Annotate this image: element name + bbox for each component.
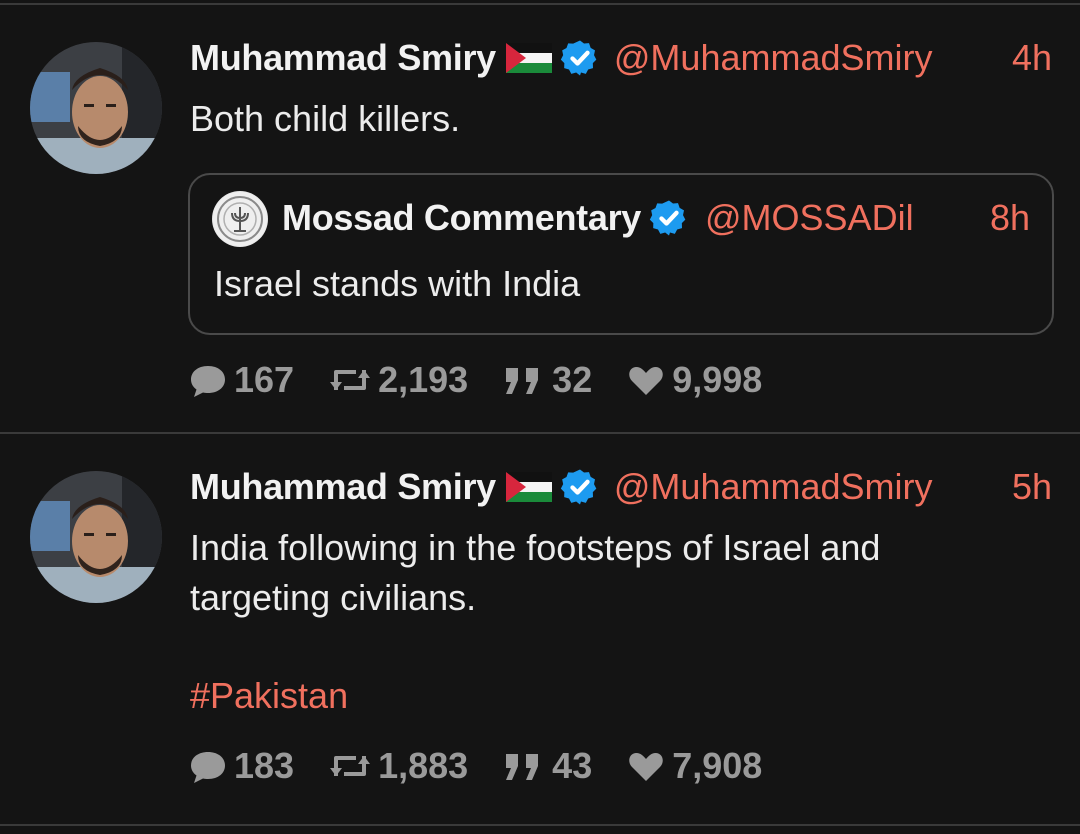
verified-badge-icon — [649, 198, 689, 238]
tweet-time[interactable]: 4h — [1012, 37, 1052, 79]
bottom-divider — [0, 824, 1080, 826]
like-count: 9,998 — [672, 359, 763, 400]
tweet-header: Muhammad Smiry @MuhammadSmiry 4h — [190, 33, 1052, 83]
palestine-flag-icon — [506, 472, 552, 502]
quote-count: 32 — [552, 359, 593, 400]
quote-count: 43 — [552, 745, 593, 786]
retweet-count: 2,193 — [378, 359, 469, 400]
quoted-text: Israel stands with India — [214, 263, 581, 304]
reply-icon — [188, 360, 228, 400]
quote-icon — [502, 746, 546, 786]
tweet-time[interactable]: 5h — [1012, 466, 1052, 508]
heart-icon — [626, 746, 666, 786]
quoted-header: Mossad Commentary @MOSSADil 8h — [282, 193, 1030, 243]
quoted-author-name[interactable]: Mossad Commentary — [282, 197, 641, 239]
heart-icon — [626, 360, 666, 400]
like-stat[interactable]: 9,998 — [626, 359, 762, 401]
quoted-avatar[interactable] — [212, 191, 268, 247]
tweet-header: Muhammad Smiry @MuhammadSmiry 5h — [190, 462, 1052, 512]
author-name[interactable]: Muhammad Smiry — [190, 466, 496, 508]
tweet-stats: 167 2,193 32 9,998 — [188, 355, 796, 405]
retweet-stat[interactable]: 2,193 — [328, 359, 468, 401]
retweet-count: 1,883 — [378, 745, 469, 786]
author-handle[interactable]: @MuhammadSmiry — [614, 37, 933, 79]
verified-badge-icon — [560, 38, 600, 78]
quoted-tweet[interactable]: Mossad Commentary @MOSSADil 8h Israel st… — [188, 173, 1054, 335]
reply-count: 183 — [234, 745, 295, 786]
retweet-icon — [328, 746, 372, 786]
reply-icon — [188, 746, 228, 786]
tweet-stats: 183 1,883 43 7,908 — [188, 741, 796, 791]
like-stat[interactable]: 7,908 — [626, 745, 762, 787]
avatar[interactable] — [30, 471, 162, 603]
avatar[interactable] — [30, 42, 162, 174]
tweet-text: Both child killers. — [190, 98, 461, 139]
tweet-2[interactable]: Muhammad Smiry @MuhammadSmiry 5h India f… — [0, 434, 1080, 824]
author-name[interactable]: Muhammad Smiry — [190, 37, 496, 79]
tweet-text: India following in the footsteps of Isra… — [190, 527, 881, 618]
tweet-1[interactable]: Muhammad Smiry @MuhammadSmiry 4h Both ch… — [0, 0, 1080, 432]
quote-icon — [502, 360, 546, 400]
quoted-time[interactable]: 8h — [990, 197, 1030, 239]
retweet-icon — [328, 360, 372, 400]
quote-stat[interactable]: 32 — [502, 359, 592, 401]
palestine-flag-icon — [506, 43, 552, 73]
reply-stat[interactable]: 183 — [188, 745, 294, 787]
hashtag-link[interactable]: #Pakistan — [190, 675, 348, 717]
reply-count: 167 — [234, 359, 295, 400]
like-count: 7,908 — [672, 745, 763, 786]
quoted-author-handle[interactable]: @MOSSADil — [705, 197, 914, 239]
author-handle[interactable]: @MuhammadSmiry — [614, 466, 933, 508]
reply-stat[interactable]: 167 — [188, 359, 294, 401]
verified-badge-icon — [560, 467, 600, 507]
retweet-stat[interactable]: 1,883 — [328, 745, 468, 787]
quote-stat[interactable]: 43 — [502, 745, 592, 787]
